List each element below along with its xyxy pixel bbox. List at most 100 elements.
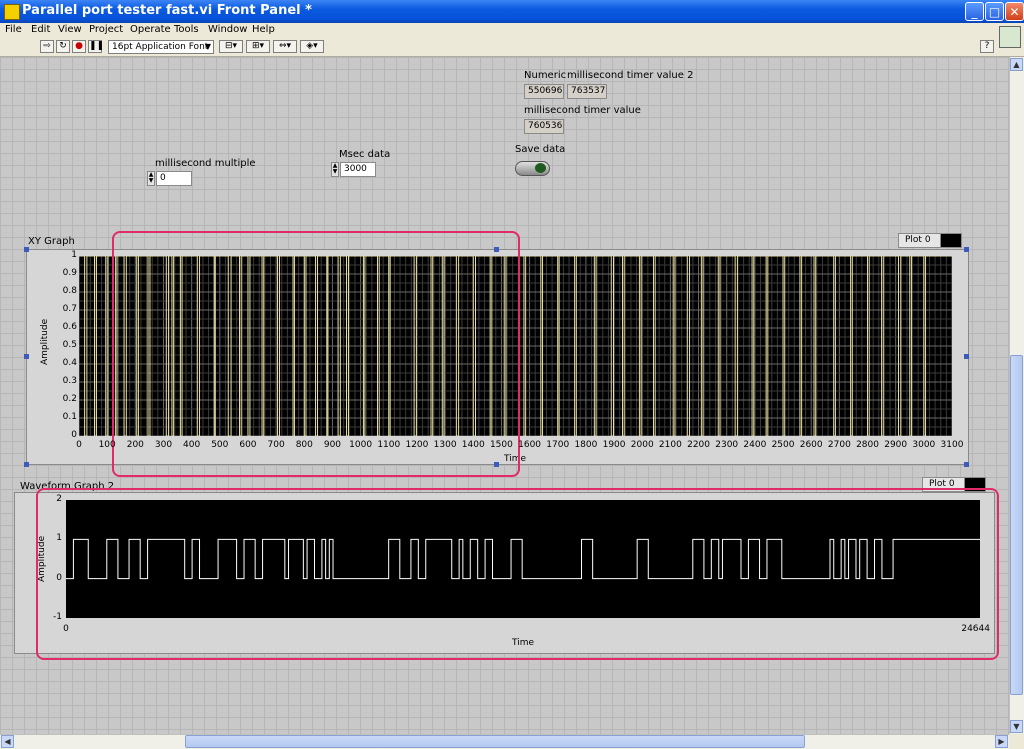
xy-y-axis-title: Amplitude	[40, 318, 50, 365]
xy-x-tick-label: 400	[183, 440, 201, 450]
xy-legend-label: Plot 0	[905, 235, 931, 245]
xy-y-tick-label: 0.6	[62, 322, 77, 332]
selection-handle[interactable]	[964, 247, 969, 252]
menu-help[interactable]: Help	[252, 24, 275, 35]
run-arrow-icon[interactable]: ⇨	[40, 40, 54, 53]
timer2-label: millisecond timer value 2	[567, 70, 694, 81]
font-select-value: 16pt Application Font	[112, 42, 209, 52]
xy-x-tick-label: 500	[211, 440, 229, 450]
context-help-button[interactable]: ?	[980, 40, 994, 53]
menu-edit[interactable]: Edit	[31, 24, 50, 35]
wave-x-tick-label: 0	[63, 624, 69, 634]
xy-x-tick-label: 2400	[743, 440, 767, 450]
xy-x-tick-label: 2600	[799, 440, 823, 450]
xy-x-tick-label: 100	[98, 440, 116, 450]
annotation-highlight	[36, 488, 999, 660]
xy-x-tick-label: 2000	[630, 440, 654, 450]
menu-project[interactable]: Project	[89, 24, 123, 35]
xy-x-tick-label: 1700	[546, 440, 570, 450]
wave-y-tick-label: -1	[53, 612, 62, 622]
selection-handle[interactable]	[964, 462, 969, 467]
timer-label: millisecond timer value	[524, 105, 641, 116]
wave-x-tick-label: 24644	[961, 624, 990, 634]
scroll-down-icon[interactable]: ▼	[1010, 720, 1023, 733]
xy-y-tick-label: 0	[71, 430, 77, 440]
numeric-label: Numeric	[524, 70, 567, 81]
xy-x-tick-label: 1200	[405, 440, 429, 450]
selection-handle[interactable]	[24, 462, 29, 467]
numeric-indicator: 550696	[524, 84, 564, 99]
xy-x-tick-label: 2900	[884, 440, 908, 450]
ms-multiple-label: millisecond multiple	[155, 158, 256, 169]
xy-y-tick-label: 0.5	[62, 340, 77, 350]
xy-x-tick-label: 2700	[827, 440, 851, 450]
menu-tools[interactable]: Tools	[174, 24, 199, 35]
run-continuously-icon[interactable]: ↻	[56, 40, 70, 53]
xy-x-tick-label: 700	[267, 440, 285, 450]
xy-x-tick-label: 0	[76, 440, 82, 450]
xy-y-tick-label: 0.8	[62, 286, 77, 296]
xy-x-tick-label: 2500	[771, 440, 795, 450]
xy-x-tick-label: 2300	[715, 440, 739, 450]
window-title: Parallel port tester fast.vi Front Panel…	[22, 3, 312, 18]
xy-x-tick-label: 1100	[377, 440, 401, 450]
xy-x-tick-label: 3100	[940, 440, 964, 450]
scroll-right-icon[interactable]: ▶	[995, 735, 1008, 748]
xy-x-tick-label: 300	[154, 440, 173, 450]
ms-multiple-spinner-icon[interactable]: ▲ ▼	[147, 171, 155, 186]
xy-y-tick-label: 0.3	[62, 376, 77, 386]
selection-handle[interactable]	[964, 354, 969, 359]
ms-multiple-input[interactable]: 0	[156, 171, 192, 186]
selection-handle[interactable]	[24, 247, 29, 252]
labview-vi-icon	[4, 4, 20, 20]
chevron-down-icon: ▼	[204, 42, 211, 51]
align-objects-icon[interactable]: ⊟▾	[219, 40, 243, 53]
scroll-left-icon[interactable]: ◀	[1, 735, 14, 748]
save-data-label: Save data	[515, 144, 566, 155]
xy-x-tick-label: 900	[323, 440, 342, 450]
menu-operate[interactable]: Operate	[130, 24, 171, 35]
xy-x-tick-label: 1800	[574, 440, 598, 450]
xy-y-tick-label: 0.2	[62, 394, 77, 404]
timer-indicator: 760536	[524, 119, 564, 134]
xy-y-tick-label: 0.1	[62, 412, 77, 422]
xy-x-tick-label: 2100	[658, 440, 682, 450]
xy-x-tick-label: 800	[295, 440, 313, 450]
xy-x-tick-label: 1600	[518, 440, 542, 450]
vi-connector-icon	[999, 26, 1021, 48]
wave-y-tick-label: 1	[56, 533, 62, 544]
menu-file[interactable]: File	[5, 24, 22, 35]
xy-x-tick-label: 1000	[349, 440, 373, 450]
vertical-scroll-thumb[interactable]	[1010, 355, 1023, 695]
minimize-button[interactable]: _	[965, 2, 984, 21]
scroll-up-icon[interactable]: ▲	[1010, 58, 1023, 71]
msec-data-label: Msec data	[339, 149, 391, 160]
msec-data-input[interactable]: 3000	[340, 162, 376, 177]
maximize-button[interactable]: □	[985, 2, 1004, 21]
xy-y-tick-label: 0.7	[62, 304, 77, 314]
menu-view[interactable]: View	[58, 24, 82, 35]
xy-x-tick-label: 2800	[856, 440, 879, 450]
pause-icon[interactable]: ❚❚	[88, 40, 104, 53]
xy-x-tick-label: 600	[239, 440, 257, 450]
xy-x-tick-label: 3000	[912, 440, 936, 450]
menu-window[interactable]: Window	[208, 24, 247, 35]
horizontal-scroll-thumb[interactable]	[185, 735, 805, 748]
wave-y-tick-label: 0	[56, 572, 62, 583]
selection-handle[interactable]	[24, 354, 29, 359]
reorder-icon[interactable]: ◈▾	[300, 40, 324, 53]
font-select[interactable]: 16pt Application Font ▼	[108, 40, 214, 54]
save-data-light-icon	[535, 163, 546, 173]
abort-icon[interactable]: ●	[72, 40, 86, 53]
xy-y-tick-label: 0.4	[62, 358, 77, 368]
xy-x-tick-label: 200	[126, 440, 144, 450]
close-button[interactable]: ✕	[1005, 2, 1024, 21]
xy-legend-swatch-icon	[940, 234, 961, 247]
resize-objects-icon[interactable]: ⇔▾	[273, 40, 297, 53]
annotation-highlight	[112, 231, 520, 477]
xy-x-tick-label: 1300	[433, 440, 457, 450]
wave-y-tick-label: 2	[56, 494, 62, 504]
xy-x-tick-label: 1500	[489, 440, 513, 450]
msec-data-spinner-icon[interactable]: ▲ ▼	[331, 162, 339, 177]
distribute-objects-icon[interactable]: ⊞▾	[246, 40, 270, 53]
